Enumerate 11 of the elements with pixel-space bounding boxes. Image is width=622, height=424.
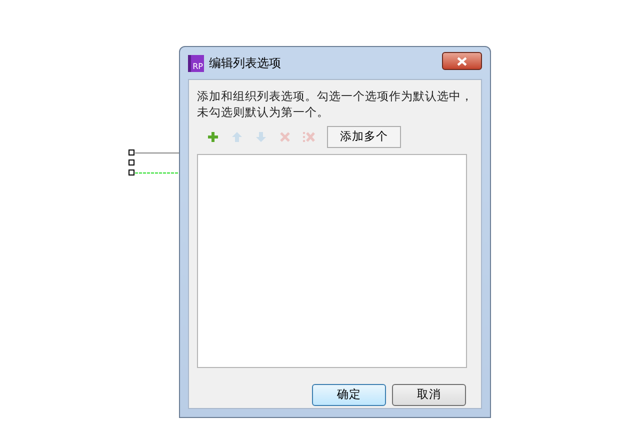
add-icon[interactable] (207, 131, 219, 143)
close-icon (457, 56, 467, 66)
description-text: 添加和组织列表选项。勾选一个选项作为默认选中，未勾选则默认为第一个。 (197, 88, 474, 120)
cancel-button[interactable]: 取消 (392, 384, 466, 406)
close-button[interactable] (442, 52, 482, 70)
add-multiple-button[interactable]: 添加多个 (327, 126, 401, 148)
ok-button[interactable]: 确定 (312, 384, 386, 406)
app-icon: RP (188, 54, 204, 72)
window-title: 编辑列表选项 (209, 55, 281, 72)
selection-handles-drawing (128, 149, 180, 177)
options-list[interactable] (197, 154, 467, 368)
